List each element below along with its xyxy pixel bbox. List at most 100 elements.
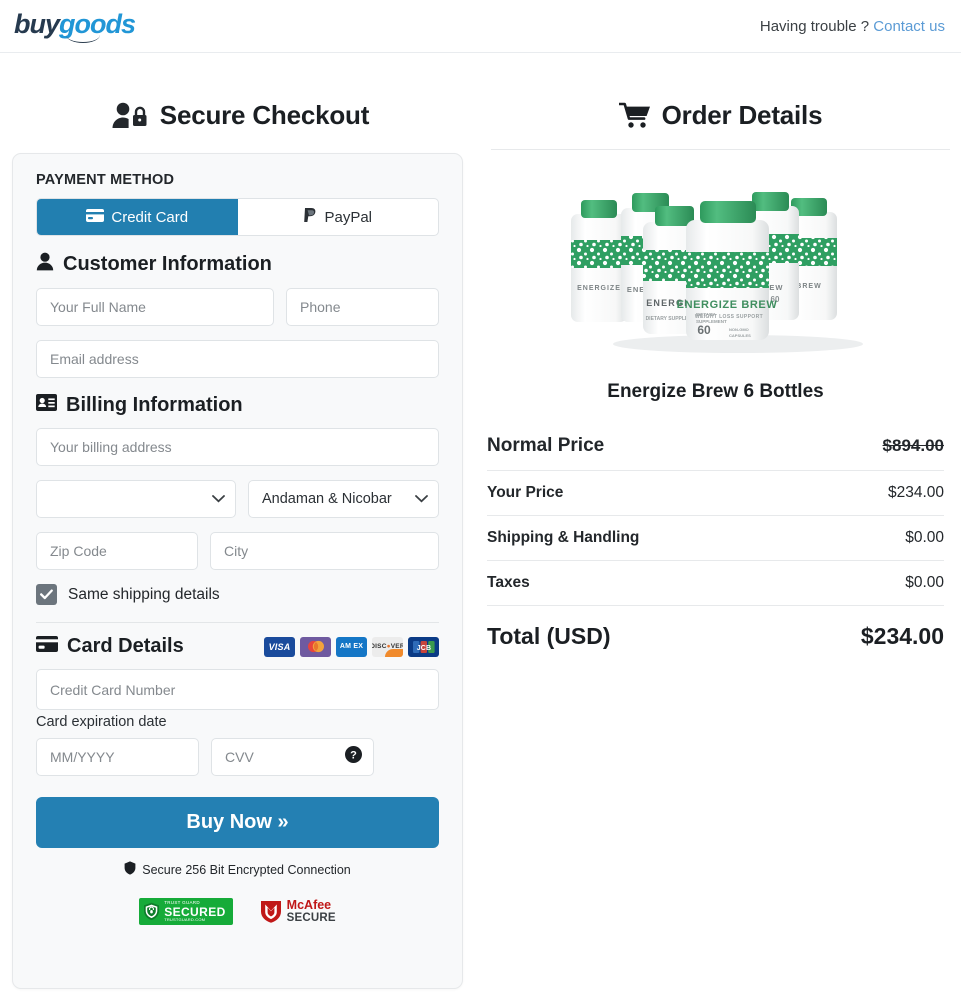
price-row-shipping: Shipping & Handling $0.00 bbox=[487, 516, 944, 561]
total-value: $234.00 bbox=[860, 623, 944, 649]
product-image: ENERGIZE ENERGIZE BREW bbox=[486, 182, 945, 357]
contact-us-link[interactable]: Contact us bbox=[873, 18, 945, 35]
mcafee-secure-badge: McAfee SECURE bbox=[259, 897, 336, 924]
user-icon bbox=[36, 252, 54, 277]
same-shipping-label: Same shipping details bbox=[68, 585, 220, 603]
credit-card-icon bbox=[86, 208, 105, 226]
same-shipping-checkbox[interactable] bbox=[36, 584, 57, 605]
svg-text:NON-GMO: NON-GMO bbox=[729, 327, 749, 332]
checkout-card: PAYMENT METHOD Credit Card PayPal Custom… bbox=[12, 153, 463, 989]
order-column: Order Details ENERGIZE BREW BREW 60 ENER… bbox=[480, 53, 961, 989]
mcafee-text: McAfee SECURE bbox=[286, 897, 336, 924]
full-name-input[interactable] bbox=[36, 288, 274, 326]
cvv-wrap: ? bbox=[211, 738, 374, 776]
country-select[interactable] bbox=[36, 480, 236, 518]
accepted-card-brands: VISA AM EX DISC●VER JCB bbox=[264, 636, 439, 657]
svg-text:JCB: JCB bbox=[416, 645, 431, 652]
trust-guard-main: SECURED bbox=[164, 904, 226, 919]
customer-information-heading: Customer Information bbox=[36, 252, 439, 277]
price-row-normal: Normal Price $894.00 bbox=[487, 435, 944, 471]
shield-icon bbox=[124, 861, 136, 878]
price-row-total: Total (USD) $234.00 bbox=[487, 606, 944, 650]
mcafee-secure-word: SECURE bbox=[286, 911, 336, 924]
user-lock-icon bbox=[111, 101, 149, 130]
secure-connection-text: Secure 256 Bit Encrypted Connection bbox=[142, 862, 351, 877]
order-details-title-text: Order Details bbox=[661, 100, 823, 130]
shipping-value: $0.00 bbox=[905, 529, 944, 546]
svg-text:ENERGIZE: ENERGIZE bbox=[577, 285, 621, 292]
phone-input[interactable] bbox=[286, 288, 439, 326]
svg-text:?: ? bbox=[350, 749, 357, 761]
trust-guard-text: TRUST GUARD SECURED TRUSTGUARD.COM bbox=[164, 900, 226, 922]
your-price-label: Your Price bbox=[487, 484, 564, 501]
card-details-heading: Card Details bbox=[36, 635, 184, 658]
payment-option-credit-card[interactable]: Credit Card bbox=[37, 199, 238, 235]
help-label: Having trouble ? bbox=[759, 17, 870, 35]
card-details-heading-text: Card Details bbox=[67, 635, 184, 657]
country-state-row: Andaman & Nicobar bbox=[36, 480, 439, 518]
order-details-title: Order Details bbox=[480, 53, 961, 131]
order-body: ENERGIZE ENERGIZE BREW bbox=[480, 182, 961, 650]
billing-information-heading-text: Billing Information bbox=[66, 394, 243, 416]
shipping-label: Shipping & Handling bbox=[487, 529, 640, 546]
svg-text:60: 60 bbox=[697, 323, 711, 337]
payment-method-label: PAYMENT METHOD bbox=[36, 172, 175, 188]
order-details-divider bbox=[491, 149, 950, 150]
customer-information-heading-text: Customer Information bbox=[63, 253, 272, 275]
price-row-taxes: Taxes $0.00 bbox=[487, 561, 944, 606]
total-label: Total (USD) bbox=[487, 623, 611, 649]
expiry-cvv-row: ? bbox=[36, 738, 439, 776]
id-card-icon bbox=[36, 394, 57, 417]
card-details-header: Card Details VISA AM EX DISC●VER JCB bbox=[36, 635, 439, 658]
paypal-icon bbox=[303, 207, 317, 227]
city-input[interactable] bbox=[210, 532, 439, 570]
state-select[interactable]: Andaman & Nicobar bbox=[248, 480, 439, 518]
secure-connection-note: Secure 256 Bit Encrypted Connection bbox=[36, 861, 439, 878]
your-price-value: $234.00 bbox=[887, 484, 944, 501]
payment-method-toggle: Credit Card PayPal bbox=[36, 198, 439, 236]
billing-address-input[interactable] bbox=[36, 428, 439, 466]
trust-guard-secured-badge: TRUST GUARD SECURED TRUSTGUARD.COM bbox=[139, 898, 233, 925]
site-header: buygoods Having trouble ? Contact us bbox=[0, 0, 961, 53]
email-input[interactable] bbox=[36, 340, 439, 378]
secure-checkout-title-text: Secure Checkout bbox=[159, 100, 370, 130]
svg-text:DIETARY: DIETARY bbox=[696, 312, 715, 317]
billing-information-heading: Billing Information bbox=[36, 394, 439, 417]
normal-price-value: $894.00 bbox=[882, 436, 944, 455]
credit-card-number-input[interactable] bbox=[36, 669, 439, 710]
page-columns: Secure Checkout PAYMENT METHOD Credit Ca… bbox=[0, 53, 961, 989]
card-details-divider bbox=[36, 622, 439, 623]
customer-name-phone-row bbox=[36, 288, 439, 326]
zip-code-input[interactable] bbox=[36, 532, 198, 570]
payment-option-paypal-label: PayPal bbox=[324, 208, 373, 226]
shopping-cart-icon bbox=[618, 102, 651, 129]
zip-city-row bbox=[36, 532, 439, 570]
card-expiry-input[interactable] bbox=[36, 738, 199, 776]
visa-icon: VISA bbox=[264, 636, 295, 657]
help-area: Having trouble ? Contact us bbox=[760, 18, 945, 35]
question-circle-icon[interactable]: ? bbox=[345, 746, 362, 768]
secure-checkout-title: Secure Checkout bbox=[0, 53, 480, 131]
svg-text:CAPSULES: CAPSULES bbox=[729, 333, 751, 338]
buy-now-button[interactable]: Buy Now » bbox=[36, 797, 439, 848]
svg-text:ENERGIZE BREW: ENERGIZE BREW bbox=[677, 299, 778, 311]
taxes-value: $0.00 bbox=[905, 574, 944, 591]
logo-smile-icon bbox=[66, 35, 100, 43]
jcb-icon: JCB bbox=[408, 636, 439, 657]
normal-price-label: Normal Price bbox=[487, 435, 605, 456]
payment-option-credit-card-label: Credit Card bbox=[111, 208, 189, 226]
amex-icon: AM EX bbox=[336, 636, 367, 657]
trust-badges: TRUST GUARD SECURED TRUSTGUARD.COM McAfe… bbox=[36, 898, 439, 925]
mcafee-name: McAfee bbox=[286, 897, 332, 912]
payment-option-paypal[interactable]: PayPal bbox=[238, 199, 439, 235]
mastercard-icon bbox=[300, 636, 331, 657]
same-shipping-row[interactable]: Same shipping details bbox=[36, 584, 439, 605]
country-select-wrap bbox=[36, 480, 236, 518]
buygoods-logo[interactable]: buygoods bbox=[14, 10, 136, 43]
checkout-column: Secure Checkout PAYMENT METHOD Credit Ca… bbox=[0, 53, 480, 989]
taxes-label: Taxes bbox=[487, 574, 530, 591]
discover-icon: DISC●VER bbox=[372, 636, 403, 657]
state-select-wrap: Andaman & Nicobar bbox=[248, 480, 439, 518]
credit-card-icon bbox=[36, 635, 58, 658]
product-name: Energize Brew 6 Bottles bbox=[607, 381, 824, 402]
